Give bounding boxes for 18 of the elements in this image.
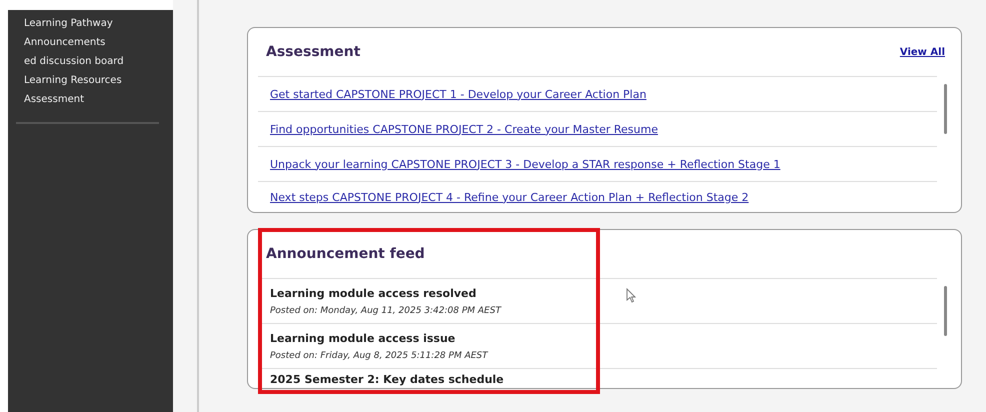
assessment-link[interactable]: Find opportunities CAPSTONE PROJECT 2 - Create your Master Resume xyxy=(270,122,658,136)
announcement-title[interactable]: Learning module access issue xyxy=(270,332,925,345)
section-title: Assessment xyxy=(266,44,360,60)
sidebar-link[interactable]: Announcements xyxy=(24,37,173,49)
view-all-link[interactable]: View All xyxy=(900,46,945,58)
sidebar-link[interactable]: Learning Resources xyxy=(24,75,173,87)
sidebar-link[interactable]: Assessment xyxy=(24,94,173,106)
assessment-link[interactable]: Next steps CAPSTONE PROJECT 4 - Refine your Career Action Plan + Reflection Stage 2 xyxy=(270,190,749,204)
section-title: Announcement feed xyxy=(266,246,425,262)
announcement-title[interactable]: Learning module access resolved xyxy=(270,287,925,300)
posted-date: Posted on: Monday, Aug 11, 2025 3:42:08 PM AEST xyxy=(270,306,502,316)
posted-date: Posted on: Friday, Aug 8, 2025 5:11:28 PM AEST xyxy=(270,351,490,361)
announcement-title[interactable]: 2025 Semester 2: Key dates schedule xyxy=(270,373,925,386)
sidebar-link[interactable]: Learning Pathway xyxy=(24,18,173,30)
assessment-link[interactable]: Unpack your learning CAPSTONE PROJECT 3 - Develop a STAR response + Reflection Stage 1 xyxy=(270,158,780,170)
mouse-pointer-icon xyxy=(626,288,636,303)
assessment-link[interactable]: Get started CAPSTONE PROJECT 1 - Develop your Career Action Plan xyxy=(270,88,646,100)
sidebar-link[interactable]: ed discussion board xyxy=(24,56,173,68)
